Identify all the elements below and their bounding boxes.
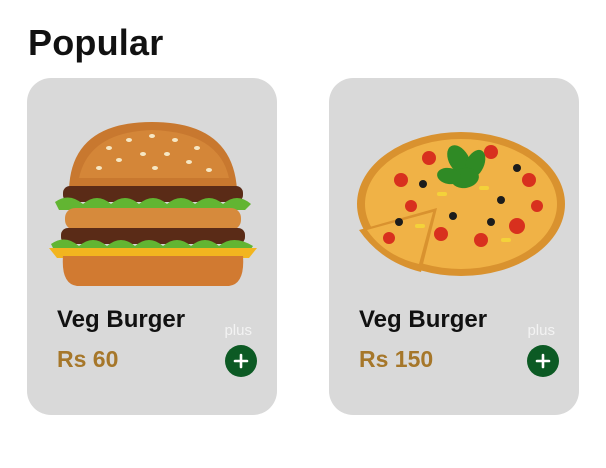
plus-icon xyxy=(535,353,551,369)
pizza-image xyxy=(357,132,565,276)
food-card[interactable]: Veg Burger plus Rs 150 xyxy=(329,78,579,415)
add-to-cart-button[interactable] xyxy=(527,345,559,377)
plus-icon xyxy=(233,353,249,369)
item-name: Veg Burger xyxy=(359,306,488,333)
burger-image xyxy=(49,122,257,286)
add-to-cart-button[interactable] xyxy=(225,345,257,377)
plus-label: plus xyxy=(527,322,555,339)
food-card[interactable]: Veg Burger plus Rs 60 xyxy=(27,78,277,415)
plus-label: plus xyxy=(224,322,252,339)
item-price: Rs 60 xyxy=(57,346,119,372)
item-price: Rs 150 xyxy=(359,346,434,372)
item-name: Veg Burger xyxy=(57,306,186,333)
section-title: Popular xyxy=(28,22,164,63)
